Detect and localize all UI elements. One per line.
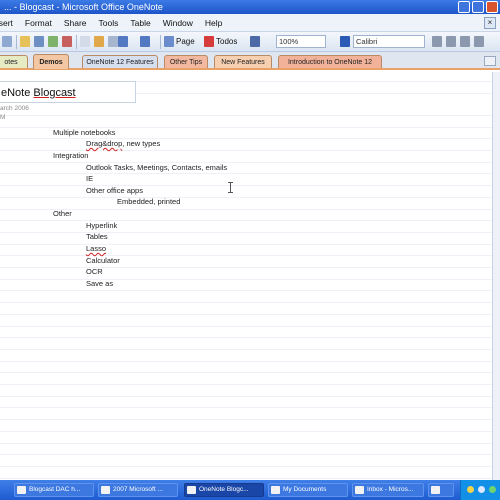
taskbar-item[interactable]: Inbox - Micros... [352,483,424,497]
maximize-button[interactable] [472,1,484,13]
page-title: eNote Blogcast [1,87,76,99]
page-icon[interactable] [164,36,174,47]
taskbar-item[interactable]: Blogcast DAC h... [14,483,94,497]
outline-item[interactable]: Save as [86,279,113,289]
page-title-prefix: eNote [1,87,34,99]
format-painter-icon[interactable] [108,36,118,47]
page-title-underlined: Blogcast [33,87,76,99]
tray-icon[interactable] [467,486,474,493]
standard-toolbar: Page Todos 100% Calibri [0,32,500,52]
menu-help[interactable]: Help [199,14,228,31]
application-icon [101,486,110,494]
font-select[interactable]: Calibri [353,35,425,48]
window-controls [458,1,498,13]
research-icon[interactable] [48,36,58,47]
spelling-error: Drag&drop [86,139,123,148]
window-title: ... - Blogcast - Microsoft Office OneNot… [4,2,163,12]
outline-item[interactable]: Other [53,209,72,219]
system-tray [460,480,500,500]
onenote-icon [187,486,196,494]
redo-icon[interactable] [140,36,150,47]
outline-item[interactable]: Calculator [86,256,120,266]
open-icon[interactable] [20,36,30,47]
outline-item-text: , new types [122,139,161,148]
menu-window[interactable]: Window [157,14,199,31]
close-document-icon[interactable]: × [484,17,496,29]
numbering-icon[interactable] [446,36,456,47]
vertical-scrollbar[interactable] [492,72,500,480]
todos-button[interactable]: Todos [216,36,237,48]
tab-onenote-12-features[interactable]: OneNote 12 Features [82,55,158,68]
text-icon[interactable] [340,36,350,47]
taskbar-item[interactable]: 2007 Microsoft ... [98,483,178,497]
outline-item[interactable]: Embedded, printed [117,197,180,207]
pen-icon[interactable] [250,36,260,47]
outline-item[interactable]: OCR [86,267,103,277]
menu-table[interactable]: Table [124,14,156,31]
todo-flag-icon[interactable] [204,36,214,47]
zoom-select[interactable]: 100% [276,35,326,48]
taskbar-item-active[interactable]: OneNote Blogc... [184,483,264,497]
paste-icon[interactable] [94,36,104,47]
toolbar-separator [76,35,77,49]
outline-item[interactable]: Tables [86,232,108,242]
folder-icon [271,486,280,494]
tab-demos[interactable]: Demos [33,54,69,69]
indent-icon[interactable] [460,36,470,47]
application-icon [431,486,440,494]
spelling-error: Lasso [86,244,107,253]
page-date: arch 2006 [0,105,29,112]
outline-item[interactable]: Drag&drop, new types [86,139,160,149]
taskbar-item[interactable]: My Documents [268,483,348,497]
text-cursor-icon [228,182,233,193]
tab-other-tips[interactable]: Other Tips [164,55,208,68]
tab-scroll-icon[interactable] [484,56,496,66]
menu-format[interactable]: Format [19,14,58,31]
close-button[interactable] [486,1,498,13]
window-title-bar: ... - Blogcast - Microsoft Office OneNot… [0,0,500,14]
outline-item[interactable]: Multiple notebooks [53,128,116,138]
outline-item[interactable]: IE [86,174,93,184]
new-icon[interactable] [2,36,12,47]
taskbar-item[interactable] [428,483,454,497]
menu-insert[interactable]: nsert [0,14,19,31]
section-tabs: otes Demos OneNote 12 Features Other Tip… [0,52,500,70]
cut-icon[interactable] [80,36,90,47]
bullets-icon[interactable] [432,36,442,47]
print-icon[interactable] [34,36,44,47]
outline-item[interactable]: Outlook Tasks, Meetings, Contacts, email… [86,163,227,173]
outlook-icon [355,486,364,494]
toolbar-separator [160,35,161,49]
more-options-icon[interactable] [474,36,484,47]
tray-icon[interactable] [489,486,496,493]
minimize-button[interactable] [458,1,470,13]
outline-item[interactable]: Hyperlink [86,221,117,231]
tab-introduction-to-onenote-12[interactable]: Introduction to OneNote 12 [278,55,382,68]
new-page-button[interactable]: Page [176,36,195,48]
application-icon [17,486,26,494]
menu-bar: nsert Format Share Tools Table Window He… [0,14,500,32]
toolbar-separator [16,35,17,49]
outline-item[interactable]: Lasso [86,244,106,254]
tray-icon[interactable] [478,486,485,493]
outline-item[interactable]: Integration [53,151,88,161]
menu-tools[interactable]: Tools [93,14,125,31]
undo-icon[interactable] [118,36,128,47]
tab-notes[interactable]: otes [0,55,28,68]
page-time: M [0,114,6,121]
taskbar: Blogcast DAC h... 2007 Microsoft ... One… [0,480,500,500]
menu-share[interactable]: Share [58,14,93,31]
outline-item[interactable]: Other office apps [86,186,143,196]
spelling-icon[interactable] [62,36,72,47]
tab-new-features[interactable]: New Features [214,55,272,68]
